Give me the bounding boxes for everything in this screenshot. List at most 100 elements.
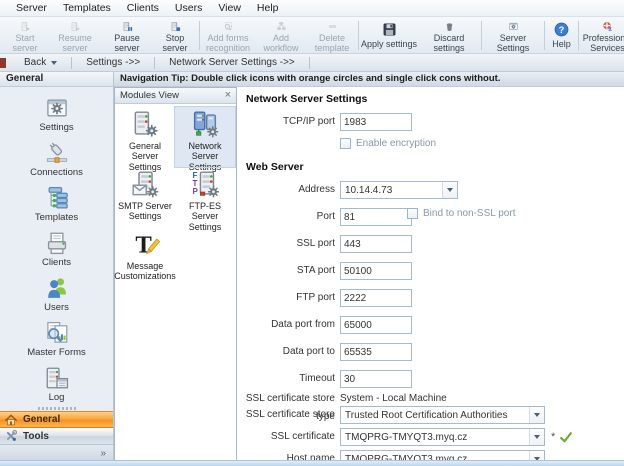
sidebar-item-master-forms[interactable]: Master Forms	[0, 316, 113, 361]
module-ftp-es-server-settings[interactable]: FTP FTP-ES Server Settings	[175, 167, 235, 227]
stop-server-button[interactable]: Stop server	[152, 18, 198, 53]
cert-store-combobox[interactable]: Trusted Root Certification Authorities	[340, 406, 545, 424]
ssl-port-label: SSL port	[237, 235, 335, 253]
port-label: Port	[237, 208, 335, 226]
menu-templates[interactable]: Templates	[55, 1, 119, 15]
section-title-web-server: Web Server	[246, 161, 304, 173]
address-combobox[interactable]: 10.14.4.73	[340, 181, 458, 199]
sidebar-header: General	[0, 72, 114, 87]
chevron-down-icon	[51, 61, 57, 65]
status-bar	[0, 460, 624, 466]
bind-non-ssl-checkbox[interactable]	[407, 208, 418, 219]
menu-server[interactable]: Server	[8, 1, 55, 15]
sta-port-row: STA port	[237, 262, 624, 280]
ribbon-separator	[578, 21, 579, 50]
close-icon[interactable]: ×	[225, 90, 231, 101]
window-gear-icon	[505, 21, 522, 32]
port-input[interactable]	[340, 208, 412, 226]
trash-icon	[441, 21, 458, 32]
help-icon: ?	[553, 21, 570, 38]
tools-icon	[4, 429, 18, 443]
menu-help[interactable]: Help	[249, 1, 287, 15]
ftp-port-input[interactable]	[340, 289, 412, 307]
tcpip-port-label: TCP/IP port	[237, 113, 335, 131]
ftp-port-row: FTP port	[237, 289, 624, 307]
ftp-es-server-icon: FTP	[191, 170, 220, 199]
save-icon	[381, 21, 398, 38]
help-button[interactable]: ? Help	[546, 18, 577, 53]
ssl-certificate-label: SSL certificate	[237, 428, 335, 446]
chevron-down-icon	[529, 429, 544, 445]
data-port-from-row: Data port from	[237, 316, 624, 334]
server-start-icon	[17, 21, 34, 32]
navigation-tip: Navigation Tip: Double click icons with …	[114, 72, 624, 87]
sta-port-input[interactable]	[340, 262, 412, 280]
clients-icon	[44, 230, 70, 256]
enable-encryption-row: Enable encryption	[237, 138, 624, 156]
ssl-port-input[interactable]	[340, 235, 412, 253]
delete-template-icon	[324, 21, 341, 32]
lifebuoy-icon	[599, 21, 616, 32]
module-general-server-settings[interactable]: General Server Settings	[115, 107, 175, 167]
add-workflow-button: Add workflow	[255, 18, 307, 53]
address-row: Address 10.14.4.73	[237, 181, 624, 199]
sidebar-tab-general[interactable]: General	[0, 411, 113, 428]
data-port-from-input[interactable]	[340, 316, 412, 334]
data-port-to-input[interactable]	[340, 343, 412, 361]
ssl-certificate-row: SSL certificate TMQPRG-TMYQT3.myq.cz *	[237, 428, 624, 446]
menu-view[interactable]: View	[210, 1, 249, 15]
enable-encryption-label: Enable encryption	[356, 138, 436, 149]
delete-template-button: Delete template	[307, 18, 357, 53]
ribbon: Start server Resume server Pause server …	[0, 17, 624, 54]
sidebar-item-templates[interactable]: Templates	[0, 181, 113, 226]
modules-panel-titlebar: Modules View ×	[115, 88, 236, 104]
breadcrumb-settings[interactable]: Settings ->>	[72, 54, 154, 71]
svg-text:?: ?	[559, 25, 565, 35]
message-customizations-icon: T	[131, 230, 160, 259]
professional-services-button[interactable]: Professional Services	[580, 18, 624, 53]
enable-encryption-checkbox[interactable]	[340, 138, 351, 149]
sidebar-item-connections[interactable]: Connections	[0, 136, 113, 181]
sidebar-item-users[interactable]: Users	[0, 271, 113, 316]
data-port-from-label: Data port from	[237, 316, 335, 334]
ftp-port-label: FTP port	[237, 289, 335, 307]
templates-icon	[44, 185, 70, 211]
sidebar-item-settings[interactable]: Settings	[0, 91, 113, 136]
ssl-certificate-combobox[interactable]: TMQPRG-TMYQT3.myq.cz	[340, 428, 545, 446]
server-resume-icon	[67, 21, 84, 32]
module-network-server-settings[interactable]: Network Server Settings	[175, 107, 235, 167]
address-label: Address	[237, 181, 335, 199]
server-settings-button[interactable]: Server Settings	[483, 18, 543, 53]
timeout-input[interactable]	[340, 370, 412, 388]
sidebar-item-clients[interactable]: Clients	[0, 226, 113, 271]
overflow-chevron-button[interactable]: »	[100, 448, 106, 459]
forms-recognition-icon	[220, 21, 237, 32]
users-icon	[44, 275, 70, 301]
module-smtp-server-settings[interactable]: SMTP Server Settings	[115, 167, 175, 227]
pause-server-button[interactable]: Pause server	[102, 18, 152, 53]
sidebar: Settings Connections Templates Clients U…	[0, 87, 114, 461]
module-message-customizations[interactable]: T Message Customizations	[115, 227, 175, 287]
menu-users[interactable]: Users	[167, 1, 210, 15]
chevron-down-icon	[442, 182, 457, 198]
tcpip-port-input[interactable]	[340, 113, 412, 131]
cert-store-label: SSL certificate store	[237, 406, 335, 424]
settings-icon	[44, 95, 70, 121]
start-server-button: Start server	[2, 18, 48, 53]
ssl-port-row: SSL port	[237, 235, 624, 253]
discard-settings-button[interactable]: Discard settings	[418, 18, 480, 53]
add-forms-recognition-button: Add forms recognition	[201, 18, 255, 53]
network-server-icon	[191, 110, 220, 139]
log-icon	[44, 365, 70, 391]
breadcrumb-network-server-settings[interactable]: Network Server Settings ->>	[155, 54, 309, 71]
sidebar-item-log[interactable]: Log	[0, 361, 113, 406]
menubar: Server Templates Clients Users View Help	[0, 0, 624, 17]
apply-settings-button[interactable]: Apply settings	[360, 18, 418, 53]
modules-panel: Modules View × General Server Settings N…	[114, 87, 237, 461]
menu-clients[interactable]: Clients	[119, 1, 167, 15]
check-icon	[559, 430, 573, 444]
home-icon	[4, 413, 18, 427]
back-button[interactable]: Back	[10, 54, 71, 71]
sidebar-tab-tools[interactable]: Tools	[0, 428, 113, 445]
data-port-to-label: Data port to	[237, 343, 335, 361]
